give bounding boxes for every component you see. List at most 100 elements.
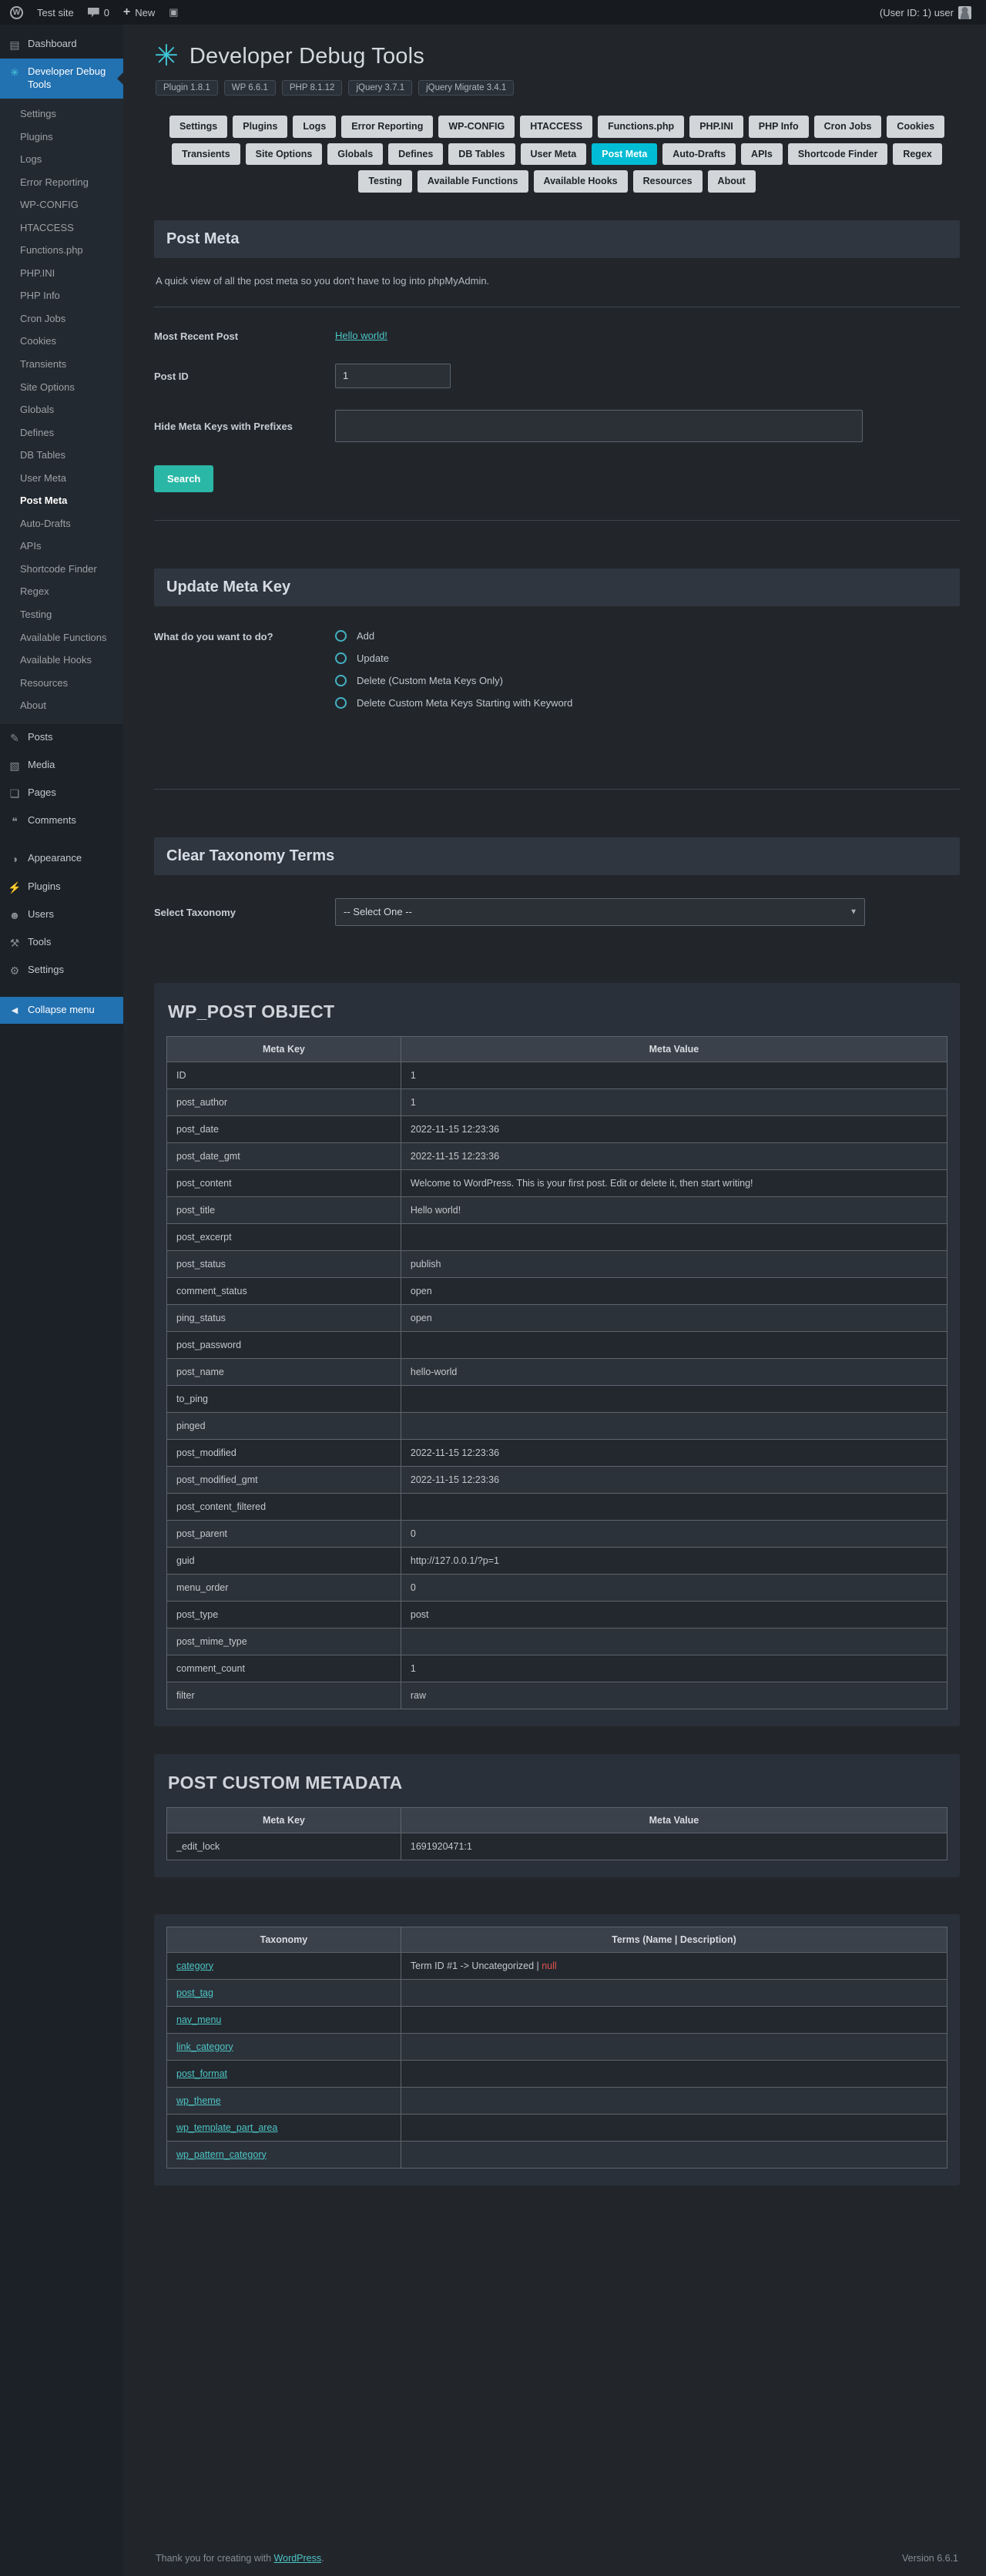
sidebar-item-pages[interactable]: ❏ Pages <box>0 780 123 807</box>
tab[interactable]: Shortcode Finder <box>787 143 888 165</box>
radio-button-icon[interactable] <box>335 674 347 686</box>
tab[interactable]: Available Hooks <box>533 170 628 193</box>
wordpress-logo-button[interactable]: W <box>3 0 30 25</box>
search-button[interactable]: Search <box>154 465 214 492</box>
taxonomy-select[interactable]: -- Select One -- ▼ <box>335 897 865 926</box>
sidebar-subitem[interactable]: Globals <box>0 398 123 421</box>
sidebar-item-dashboard[interactable]: ▤ Dashboard <box>0 31 123 59</box>
sidebar-item-appearance[interactable]: ◑ Appearance <box>0 845 123 873</box>
tab[interactable]: WP-CONFIG <box>438 116 515 138</box>
radio-button-icon[interactable] <box>335 696 347 709</box>
radio-option[interactable]: Add <box>335 629 572 642</box>
tab[interactable]: Defines <box>388 143 444 165</box>
adminbar-plugin-icon: ▣ <box>169 6 179 18</box>
sidebar-subitem[interactable]: PHP.INI <box>0 262 123 285</box>
radio-option[interactable]: Update <box>335 652 572 664</box>
taxonomy-link[interactable]: post_format <box>176 2068 227 2079</box>
sidebar-subitem[interactable]: Logs <box>0 148 123 171</box>
tab[interactable]: Auto-Drafts <box>662 143 736 165</box>
taxonomy-link[interactable]: nav_menu <box>176 2014 221 2025</box>
sidebar-item-tools[interactable]: ⚒ Tools <box>0 929 123 957</box>
site-name-link[interactable]: Test site <box>30 0 81 25</box>
taxonomy-link[interactable]: wp_pattern_category <box>176 2149 267 2160</box>
sidebar-subitem[interactable]: Resources <box>0 672 123 695</box>
wordpress-link[interactable]: WordPress <box>274 2553 322 2564</box>
sidebar-subitem[interactable]: Cookies <box>0 330 123 353</box>
tab[interactable]: Error Reporting <box>341 116 434 138</box>
tab[interactable]: Available Functions <box>417 170 528 193</box>
radio-button-icon[interactable] <box>335 629 347 642</box>
sidebar-subitem[interactable]: WP-CONFIG <box>0 193 123 216</box>
tab[interactable]: Post Meta <box>592 143 658 165</box>
tab[interactable]: HTACCESS <box>520 116 593 138</box>
collapse-menu-button[interactable]: ◀ Collapse menu <box>0 997 123 1025</box>
tab[interactable]: PHP.INI <box>689 116 743 138</box>
most-recent-post-link[interactable]: Hello world! <box>335 330 387 341</box>
sidebar-item-settings[interactable]: ⚙ Settings <box>0 957 123 984</box>
sidebar-subitem[interactable]: User Meta <box>0 467 123 490</box>
sidebar-item-plugins[interactable]: ⚡ Plugins <box>0 874 123 901</box>
tab[interactable]: Site Options <box>245 143 323 165</box>
post-id-label: Post ID <box>154 371 189 382</box>
sidebar-item-debug-tools[interactable]: ✳ Developer Debug Tools <box>0 59 123 99</box>
post-id-input[interactable] <box>335 363 451 388</box>
tab[interactable]: Logs <box>293 116 337 138</box>
sidebar-subitem[interactable]: Available Functions <box>0 626 123 649</box>
taxonomy-link[interactable]: category <box>176 1961 213 1971</box>
taxonomy-link[interactable]: link_category <box>176 2041 233 2052</box>
meta-key-cell: menu_order <box>166 1573 401 1602</box>
tab[interactable]: Settings <box>169 116 228 138</box>
tab[interactable]: Regex <box>893 143 942 165</box>
taxonomy-link[interactable]: post_tag <box>176 1987 213 1998</box>
account-menu[interactable]: (User ID: 1) user <box>873 0 978 25</box>
plugin-adminbar-button[interactable]: ▣ <box>162 0 185 25</box>
sidebar-subitem[interactable]: Transients <box>0 353 123 376</box>
sidebar-subitem[interactable]: Testing <box>0 603 123 626</box>
tab[interactable]: Cron Jobs <box>813 116 882 138</box>
tab[interactable]: Cookies <box>887 116 945 138</box>
sidebar-subitem[interactable]: Functions.php <box>0 239 123 262</box>
sidebar-subitem[interactable]: Available Hooks <box>0 649 123 672</box>
radio-button-icon[interactable] <box>335 652 347 664</box>
admin-bar-comments[interactable]: 0 <box>81 0 116 25</box>
tab[interactable]: Transients <box>172 143 240 165</box>
sidebar-subitem[interactable]: HTACCESS <box>0 216 123 240</box>
sidebar-subitem[interactable]: Plugins <box>0 126 123 149</box>
tab[interactable]: DB Tables <box>448 143 515 165</box>
sidebar-subitem[interactable]: Shortcode Finder <box>0 558 123 581</box>
sidebar-item-comments[interactable]: ❝ Comments <box>0 807 123 835</box>
new-content-button[interactable]: + New <box>116 0 162 25</box>
tab[interactable]: Plugins <box>233 116 288 138</box>
hide-prefix-input[interactable] <box>335 409 863 442</box>
tab[interactable]: Testing <box>358 170 412 193</box>
sidebar-subitem[interactable]: Error Reporting <box>0 171 123 194</box>
radio-option[interactable]: Delete Custom Meta Keys Starting with Ke… <box>335 696 572 709</box>
tab[interactable]: Resources <box>632 170 703 193</box>
sidebar-subitem[interactable]: APIs <box>0 535 123 558</box>
section-title-clear-taxonomy: Clear Taxonomy Terms <box>154 837 960 875</box>
tab[interactable]: About <box>707 170 756 193</box>
sidebar-subitem[interactable]: Defines <box>0 421 123 444</box>
sidebar-subitem[interactable]: DB Tables <box>0 444 123 467</box>
taxonomy-link[interactable]: wp_theme <box>176 2095 221 2106</box>
taxonomy-cell: post_format <box>166 2059 401 2088</box>
sidebar-item-users[interactable]: ☻ Users <box>0 901 123 929</box>
sidebar-subitem[interactable]: Site Options <box>0 376 123 399</box>
sidebar-subitem[interactable]: Post Meta <box>0 489 123 512</box>
admin-menu: ▤ Dashboard ✳ Developer Debug Tools Sett… <box>0 25 123 2576</box>
tab[interactable]: Globals <box>327 143 384 165</box>
sidebar-subitem[interactable]: PHP Info <box>0 284 123 307</box>
tab[interactable]: PHP Info <box>748 116 809 138</box>
tab[interactable]: User Meta <box>520 143 587 165</box>
tab[interactable]: APIs <box>741 143 783 165</box>
sidebar-subitem[interactable]: Cron Jobs <box>0 307 123 330</box>
taxonomy-link[interactable]: wp_template_part_area <box>176 2122 277 2133</box>
sidebar-item-posts[interactable]: ✎ Posts <box>0 724 123 752</box>
sidebar-subitem[interactable]: About <box>0 694 123 717</box>
sidebar-subitem[interactable]: Settings <box>0 102 123 126</box>
sidebar-subitem[interactable]: Auto-Drafts <box>0 512 123 535</box>
tab[interactable]: Functions.php <box>598 116 685 138</box>
radio-option[interactable]: Delete (Custom Meta Keys Only) <box>335 674 572 686</box>
sidebar-item-media[interactable]: ▧ Media <box>0 752 123 780</box>
sidebar-subitem[interactable]: Regex <box>0 580 123 603</box>
